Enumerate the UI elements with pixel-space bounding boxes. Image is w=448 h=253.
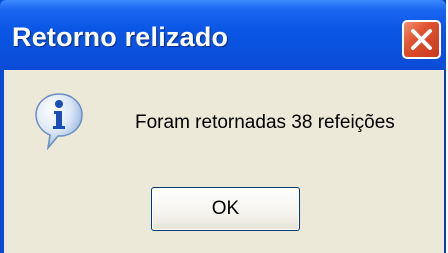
title-bar[interactable]: Retorno relizado [0,0,446,70]
dialog-body: Foram retornadas 38 refeições OK [4,70,444,253]
window-title: Retorno relizado [12,22,229,52]
ok-button[interactable]: OK [151,187,300,231]
close-icon [411,29,432,50]
dialog-message: Foram retornadas 38 refeições [135,112,395,133]
dialog-window: Retorno relizado Foram retornadas 38 ref… [0,0,446,253]
info-icon [34,92,84,151]
close-button[interactable] [402,20,441,59]
